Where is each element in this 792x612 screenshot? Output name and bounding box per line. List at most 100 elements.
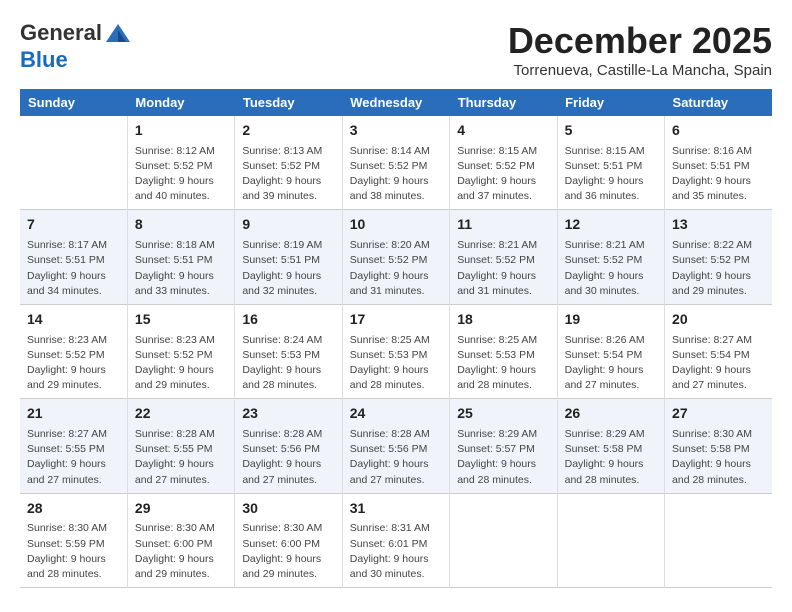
day-info: Sunrise: 8:21 AM Sunset: 5:52 PM Dayligh…	[457, 238, 549, 299]
day-info: Sunrise: 8:31 AM Sunset: 6:01 PM Dayligh…	[350, 521, 442, 582]
day-info: Sunrise: 8:25 AM Sunset: 5:53 PM Dayligh…	[350, 333, 442, 394]
day-number: 20	[672, 310, 765, 330]
calendar-cell: 2 Sunrise: 8:13 AM Sunset: 5:52 PM Daylig…	[235, 116, 342, 210]
week-row-2: 7 Sunrise: 8:17 AM Sunset: 5:51 PM Daylig…	[20, 210, 772, 304]
day-info: Sunrise: 8:23 AM Sunset: 5:52 PM Dayligh…	[135, 333, 227, 394]
day-info: Sunrise: 8:30 AM Sunset: 6:00 PM Dayligh…	[242, 521, 334, 582]
week-row-4: 21Sunrise: 8:27 AM Sunset: 5:55 PM Dayli…	[20, 399, 772, 493]
day-info: Sunrise: 8:17 AM Sunset: 5:51 PM Dayligh…	[27, 238, 120, 299]
day-number: 16	[242, 310, 334, 330]
day-number: 4	[457, 121, 549, 141]
day-number: 29	[135, 499, 227, 519]
day-number: 28	[27, 499, 120, 519]
calendar-cell: 1 Sunrise: 8:12 AM Sunset: 5:52 PM Daylig…	[127, 116, 234, 210]
calendar-cell: 25 Sunrise: 8:29 AM Sunset: 5:57 PM Dayli…	[450, 399, 557, 493]
week-row-5: 28Sunrise: 8:30 AM Sunset: 5:59 PM Dayli…	[20, 493, 772, 587]
calendar-cell: 16 Sunrise: 8:24 AM Sunset: 5:53 PM Dayli…	[235, 304, 342, 398]
calendar-cell: 5Sunrise: 8:15 AM Sunset: 5:51 PM Daylig…	[557, 116, 664, 210]
day-number: 18	[457, 310, 549, 330]
day-number: 2	[242, 121, 334, 141]
calendar-cell: 28Sunrise: 8:30 AM Sunset: 5:59 PM Dayli…	[20, 493, 127, 587]
logo-blue: Blue	[20, 47, 68, 72]
day-info: Sunrise: 8:30 AM Sunset: 5:58 PM Dayligh…	[672, 427, 765, 488]
calendar-cell: 9 Sunrise: 8:19 AM Sunset: 5:51 PM Daylig…	[235, 210, 342, 304]
column-header-monday: Monday	[127, 89, 234, 116]
day-info: Sunrise: 8:28 AM Sunset: 5:56 PM Dayligh…	[350, 427, 442, 488]
day-number: 17	[350, 310, 442, 330]
day-info: Sunrise: 8:27 AM Sunset: 5:54 PM Dayligh…	[672, 333, 765, 394]
calendar-cell: 15 Sunrise: 8:23 AM Sunset: 5:52 PM Dayli…	[127, 304, 234, 398]
column-header-sunday: Sunday	[20, 89, 127, 116]
day-number: 1	[135, 121, 227, 141]
calendar-header-row: SundayMondayTuesdayWednesdayThursdayFrid…	[20, 89, 772, 116]
calendar-cell: 10 Sunrise: 8:20 AM Sunset: 5:52 PM Dayli…	[342, 210, 449, 304]
day-number: 30	[242, 499, 334, 519]
page-header: General Blue December 2025 Torrenueva, C…	[20, 20, 772, 79]
day-info: Sunrise: 8:14 AM Sunset: 5:52 PM Dayligh…	[350, 144, 442, 205]
day-number: 9	[242, 215, 334, 235]
day-number: 11	[457, 215, 549, 235]
day-number: 8	[135, 215, 227, 235]
calendar-cell: 8 Sunrise: 8:18 AM Sunset: 5:51 PM Daylig…	[127, 210, 234, 304]
calendar-cell: 27Sunrise: 8:30 AM Sunset: 5:58 PM Dayli…	[665, 399, 772, 493]
day-number: 21	[27, 404, 120, 424]
logo: General Blue	[20, 20, 132, 72]
calendar-cell	[20, 116, 127, 210]
day-number: 22	[135, 404, 227, 424]
week-row-1: 1 Sunrise: 8:12 AM Sunset: 5:52 PM Daylig…	[20, 116, 772, 210]
calendar-cell: 30Sunrise: 8:30 AM Sunset: 6:00 PM Dayli…	[235, 493, 342, 587]
calendar-subtitle: Torrenueva, Castille-La Mancha, Spain	[508, 62, 772, 79]
column-header-saturday: Saturday	[665, 89, 772, 116]
day-info: Sunrise: 8:28 AM Sunset: 5:55 PM Dayligh…	[135, 427, 227, 488]
column-header-friday: Friday	[557, 89, 664, 116]
day-number: 14	[27, 310, 120, 330]
week-row-3: 14 Sunrise: 8:23 AM Sunset: 5:52 PM Dayli…	[20, 304, 772, 398]
day-info: Sunrise: 8:18 AM Sunset: 5:51 PM Dayligh…	[135, 238, 227, 299]
calendar-cell: 3 Sunrise: 8:14 AM Sunset: 5:52 PM Daylig…	[342, 116, 449, 210]
day-info: Sunrise: 8:15 AM Sunset: 5:51 PM Dayligh…	[565, 144, 657, 205]
day-info: Sunrise: 8:19 AM Sunset: 5:51 PM Dayligh…	[242, 238, 334, 299]
calendar-cell: 26 Sunrise: 8:29 AM Sunset: 5:58 PM Dayli…	[557, 399, 664, 493]
day-number: 26	[565, 404, 657, 424]
day-info: Sunrise: 8:24 AM Sunset: 5:53 PM Dayligh…	[242, 333, 334, 394]
calendar-cell: 17 Sunrise: 8:25 AM Sunset: 5:53 PM Dayli…	[342, 304, 449, 398]
day-info: Sunrise: 8:16 AM Sunset: 5:51 PM Dayligh…	[672, 144, 765, 205]
calendar-cell	[450, 493, 557, 587]
logo-icon	[104, 20, 132, 48]
day-info: Sunrise: 8:29 AM Sunset: 5:57 PM Dayligh…	[457, 427, 549, 488]
day-number: 31	[350, 499, 442, 519]
title-block: December 2025 Torrenueva, Castille-La Ma…	[508, 20, 772, 79]
calendar-cell: 19 Sunrise: 8:26 AM Sunset: 5:54 PM Dayli…	[557, 304, 664, 398]
column-header-thursday: Thursday	[450, 89, 557, 116]
day-number: 19	[565, 310, 657, 330]
calendar-cell: 7 Sunrise: 8:17 AM Sunset: 5:51 PM Daylig…	[20, 210, 127, 304]
day-number: 6	[672, 121, 765, 141]
day-number: 7	[27, 215, 120, 235]
day-info: Sunrise: 8:23 AM Sunset: 5:52 PM Dayligh…	[27, 333, 120, 394]
day-info: Sunrise: 8:15 AM Sunset: 5:52 PM Dayligh…	[457, 144, 549, 205]
day-info: Sunrise: 8:26 AM Sunset: 5:54 PM Dayligh…	[565, 333, 657, 394]
day-number: 23	[242, 404, 334, 424]
day-number: 15	[135, 310, 227, 330]
day-info: Sunrise: 8:29 AM Sunset: 5:58 PM Dayligh…	[565, 427, 657, 488]
day-number: 10	[350, 215, 442, 235]
calendar-cell: 6 Sunrise: 8:16 AM Sunset: 5:51 PM Daylig…	[665, 116, 772, 210]
day-info: Sunrise: 8:13 AM Sunset: 5:52 PM Dayligh…	[242, 144, 334, 205]
column-header-wednesday: Wednesday	[342, 89, 449, 116]
calendar-cell: 21Sunrise: 8:27 AM Sunset: 5:55 PM Dayli…	[20, 399, 127, 493]
day-info: Sunrise: 8:30 AM Sunset: 6:00 PM Dayligh…	[135, 521, 227, 582]
day-info: Sunrise: 8:22 AM Sunset: 5:52 PM Dayligh…	[672, 238, 765, 299]
calendar-cell: 23Sunrise: 8:28 AM Sunset: 5:56 PM Dayli…	[235, 399, 342, 493]
day-info: Sunrise: 8:20 AM Sunset: 5:52 PM Dayligh…	[350, 238, 442, 299]
calendar-cell: 31Sunrise: 8:31 AM Sunset: 6:01 PM Dayli…	[342, 493, 449, 587]
day-number: 25	[457, 404, 549, 424]
day-info: Sunrise: 8:12 AM Sunset: 5:52 PM Dayligh…	[135, 144, 227, 205]
calendar-cell: 13Sunrise: 8:22 AM Sunset: 5:52 PM Dayli…	[665, 210, 772, 304]
calendar-cell: 12Sunrise: 8:21 AM Sunset: 5:52 PM Dayli…	[557, 210, 664, 304]
logo-general: General	[20, 20, 102, 45]
day-number: 3	[350, 121, 442, 141]
day-number: 12	[565, 215, 657, 235]
calendar-table: SundayMondayTuesdayWednesdayThursdayFrid…	[20, 89, 772, 588]
column-header-tuesday: Tuesday	[235, 89, 342, 116]
calendar-cell	[557, 493, 664, 587]
